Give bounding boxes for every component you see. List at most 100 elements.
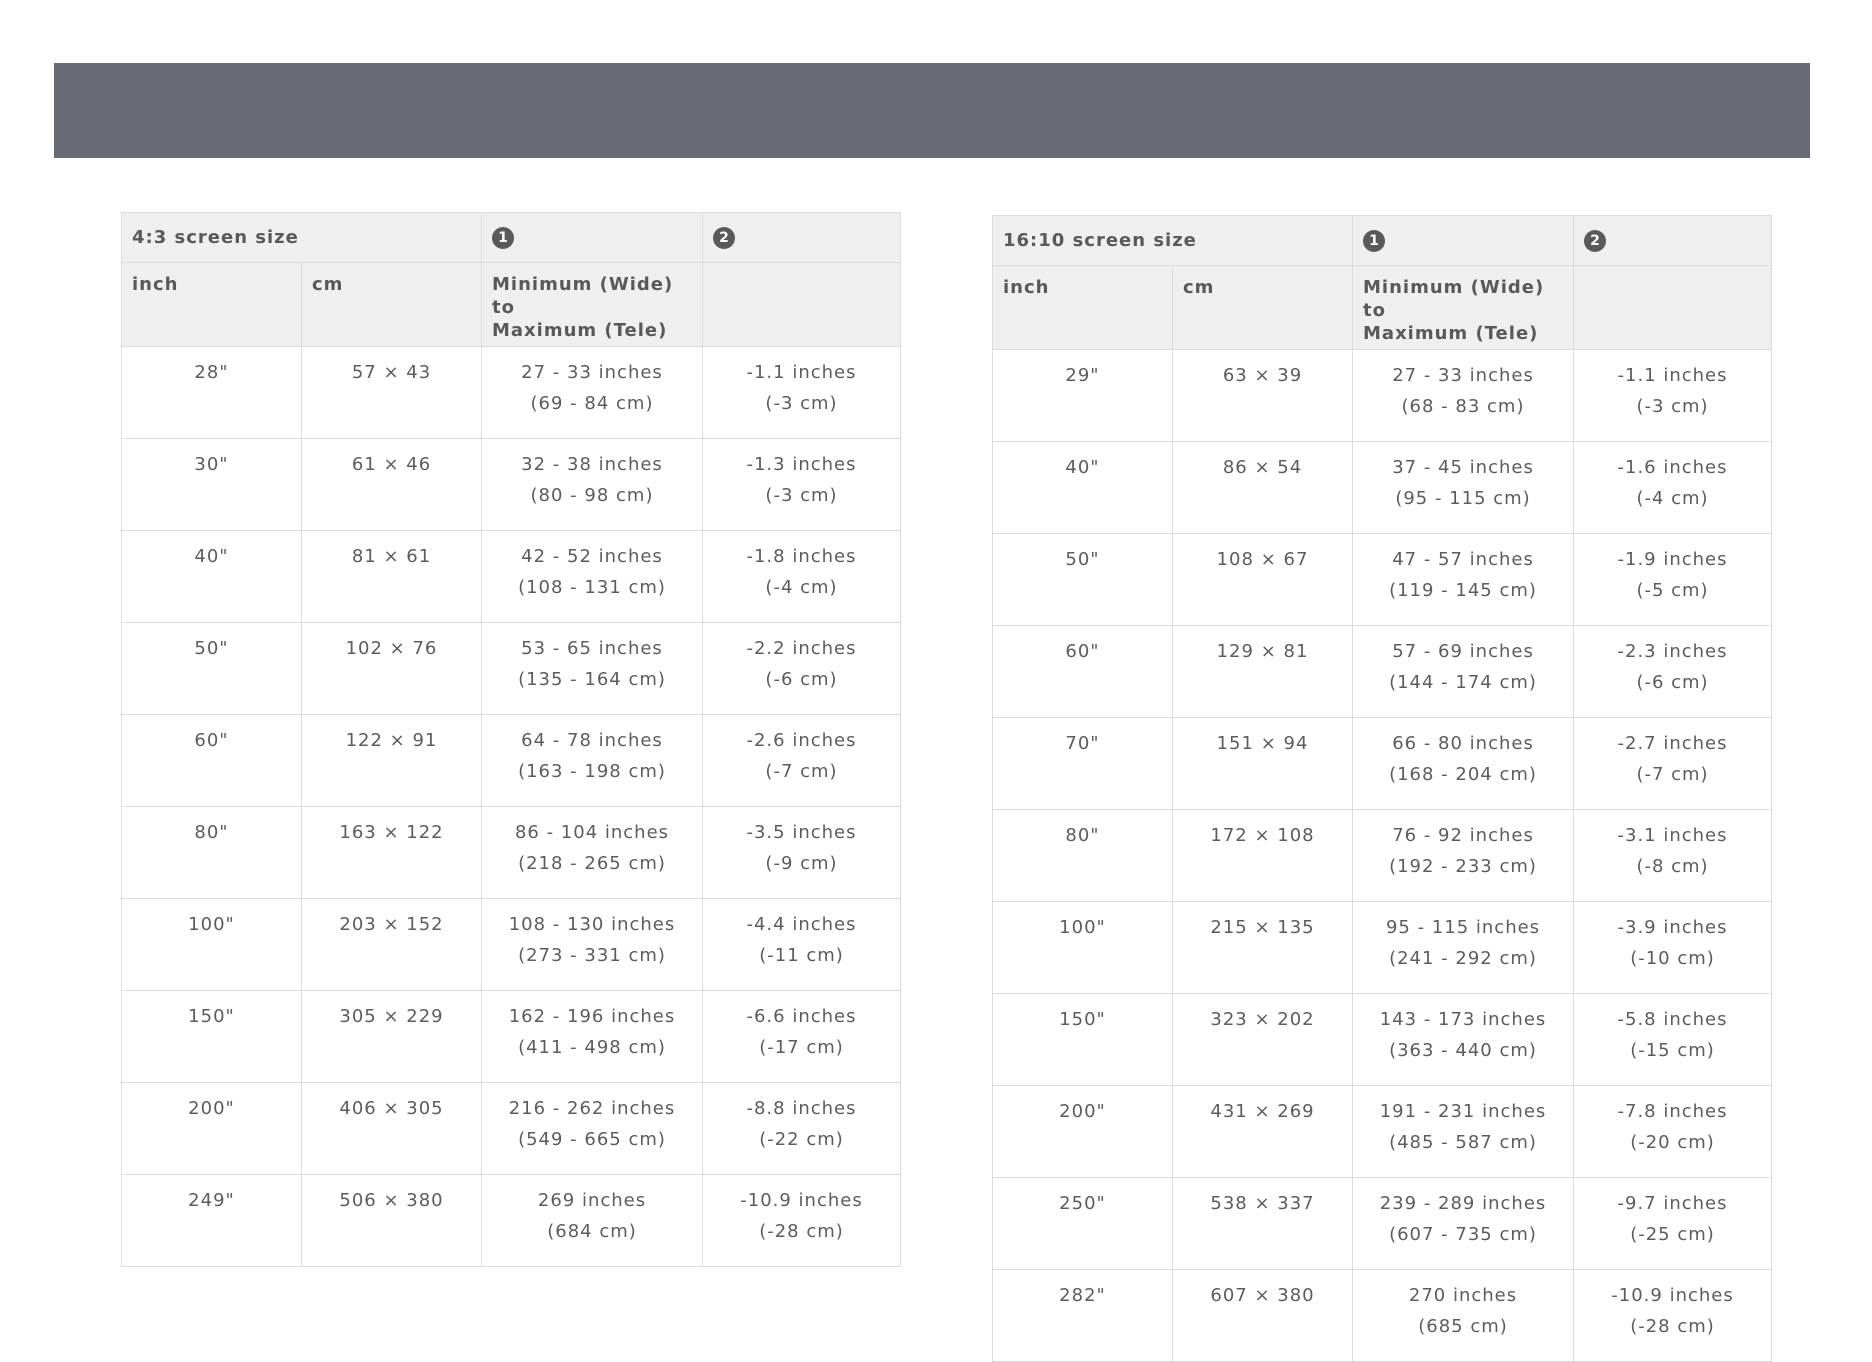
cell-offset: -4.4 inches (-11 cm) <box>702 898 901 991</box>
cell-range: 53 - 65 inches (135 - 164 cm) <box>481 622 703 715</box>
distance-range-inches: 270 inches <box>1408 1285 1518 1306</box>
cell-cm: 172 × 108 <box>1171 809 1354 902</box>
cell-offset: -6.6 inches (-17 cm) <box>702 990 901 1083</box>
cell-range: 86 - 104 inches (218 - 265 cm) <box>481 806 703 899</box>
cell-cm: 215 × 135 <box>1171 901 1354 994</box>
screen-size-inch: 200" <box>188 1098 235 1119</box>
distance-range-inches: 53 - 65 inches <box>521 638 663 659</box>
cell-offset: -3.1 inches (-8 cm) <box>1573 809 1773 902</box>
cell-offset: -2.2 inches (-6 cm) <box>702 622 901 715</box>
screen-size-cm: 172 × 108 <box>1210 825 1315 846</box>
table-title-row: 16:10 screen size 1 2 <box>991 215 1773 266</box>
screen-size-inch: 28" <box>194 362 229 383</box>
screen-size-inch: 40" <box>1065 457 1100 478</box>
cell-cm: 57 × 43 <box>301 346 482 439</box>
distance-range-inches: 95 - 115 inches <box>1385 917 1541 938</box>
screen-size-cm: 163 × 122 <box>339 822 444 843</box>
table-row: 60" 129 × 81 57 - 69 inches (144 - 174 cm) -… <box>992 625 1773 718</box>
column-header-row: inch cm Minimum (Wide) to Maximum (Tele) <box>121 262 901 347</box>
cell-offset: -1.8 inches (-4 cm) <box>702 530 901 623</box>
number-two-icon: 2 <box>713 226 735 249</box>
screen-size-cm: 431 × 269 <box>1210 1101 1315 1122</box>
screen-size-cm: 108 × 67 <box>1216 549 1309 570</box>
cell-range: 162 - 196 inches (411 - 498 cm) <box>481 990 703 1083</box>
number-two-icon: 2 <box>1584 229 1607 252</box>
offset-inches: -1.3 inches <box>746 454 857 475</box>
table-row: 100" 203 × 152 108 - 130 inches (273 - 331 … <box>121 898 901 991</box>
distance-range-cm: (685 cm) <box>1418 1316 1508 1337</box>
cell-cm: 305 × 229 <box>301 990 482 1083</box>
table-row: 200" 406 × 305 216 - 262 inches (549 - 665 … <box>121 1082 901 1175</box>
cell-range: 269 inches (684 cm) <box>481 1174 703 1267</box>
table-row: 30" 61 × 46 32 - 38 inches (80 - 98 cm) -1.3… <box>121 438 901 531</box>
offset-inches: -3.5 inches <box>746 822 857 843</box>
column-1-marker: 1 <box>1352 215 1575 266</box>
distance-range-cm: (69 - 84 cm) <box>530 393 654 414</box>
cell-offset: -7.8 inches (-20 cm) <box>1573 1085 1773 1178</box>
distance-range-inches: 37 - 45 inches <box>1392 457 1534 478</box>
cell-offset: -10.9 inches (-28 cm) <box>1573 1269 1773 1362</box>
cell-range: 47 - 57 inches (119 - 145 cm) <box>1352 533 1575 626</box>
offset-inches: -7.8 inches <box>1617 1101 1728 1122</box>
distance-range-inches: 269 inches <box>537 1190 647 1211</box>
cell-cm: 203 × 152 <box>301 898 482 991</box>
cell-inch: 28" <box>121 346 302 439</box>
column-2-marker: 2 <box>702 212 901 263</box>
screen-size-inch: 80" <box>1065 825 1100 846</box>
offset-cm: (-7 cm) <box>765 761 838 782</box>
cell-offset: -3.5 inches (-9 cm) <box>702 806 901 899</box>
column-header-range-line2: Maximum (Tele) <box>492 320 668 341</box>
cell-inch: 150" <box>121 990 302 1083</box>
table-row: 100" 215 × 135 95 - 115 inches (241 - 292 c… <box>992 901 1773 994</box>
cell-inch: 40" <box>121 530 302 623</box>
distance-range-cm: (607 - 735 cm) <box>1389 1224 1537 1245</box>
screen-size-cm: 305 × 229 <box>339 1006 444 1027</box>
cell-range: 270 inches (685 cm) <box>1352 1269 1575 1362</box>
cell-range: 42 - 52 inches (108 - 131 cm) <box>481 530 703 623</box>
cell-inch: 29" <box>992 349 1173 442</box>
cell-offset: -8.8 inches (-22 cm) <box>702 1082 901 1175</box>
offset-cm: (-3 cm) <box>765 393 838 414</box>
table-row: 282" 607 × 380 270 inches (685 cm) -10.9 inc… <box>992 1269 1773 1362</box>
offset-cm: (-6 cm) <box>1636 672 1709 693</box>
offset-cm: (-4 cm) <box>1636 488 1709 509</box>
cell-range: 95 - 115 inches (241 - 292 cm) <box>1352 901 1575 994</box>
distance-range-inches: 32 - 38 inches <box>521 454 663 475</box>
distance-range-inches: 76 - 92 inches <box>1392 825 1534 846</box>
table-row: 70" 151 × 94 66 - 80 inches (168 - 204 cm) -… <box>992 717 1773 810</box>
cell-cm: 63 × 39 <box>1171 349 1354 442</box>
table-row: 50" 108 × 67 47 - 57 inches (119 - 145 cm) -… <box>992 533 1773 626</box>
cell-inch: 80" <box>121 806 302 899</box>
screen-size-cm: 81 × 61 <box>351 546 432 567</box>
screen-size-cm: 406 × 305 <box>339 1098 444 1119</box>
offset-cm: (-3 cm) <box>765 485 838 506</box>
column-header-row: inch cm Minimum (Wide) to Maximum (Tele) <box>992 265 1773 350</box>
cell-range: 76 - 92 inches (192 - 233 cm) <box>1352 809 1575 902</box>
cell-range: 239 - 289 inches (607 - 735 cm) <box>1352 1177 1575 1270</box>
distance-range-cm: (411 - 498 cm) <box>518 1037 666 1058</box>
distance-range-cm: (119 - 145 cm) <box>1389 580 1537 601</box>
distance-range-inches: 47 - 57 inches <box>1392 549 1534 570</box>
table-row: 250" 538 × 337 239 - 289 inches (607 - 735 … <box>992 1177 1773 1270</box>
offset-inches: -1.1 inches <box>746 362 857 383</box>
column-header-range-line1: Minimum (Wide) to <box>492 274 674 318</box>
cell-cm: 129 × 81 <box>1171 625 1354 718</box>
cell-range: 108 - 130 inches (273 - 331 cm) <box>481 898 703 991</box>
offset-inches: -4.4 inches <box>746 914 857 935</box>
table-row: 80" 172 × 108 76 - 92 inches (192 - 233 cm)… <box>992 809 1773 902</box>
distance-range-inches: 42 - 52 inches <box>521 546 663 567</box>
column-header-cm: cm <box>1171 265 1354 350</box>
screen-size-inch: 50" <box>1065 549 1100 570</box>
distance-range-cm: (549 - 665 cm) <box>518 1129 666 1150</box>
distance-range-inches: 108 - 130 inches <box>508 914 676 935</box>
screen-size-cm: 102 × 76 <box>345 638 438 659</box>
column-header-range: Minimum (Wide) to Maximum (Tele) <box>1352 265 1575 350</box>
cell-offset: -2.3 inches (-6 cm) <box>1573 625 1773 718</box>
cell-inch: 282" <box>992 1269 1173 1362</box>
screen-size-inch: 29" <box>1065 365 1100 386</box>
offset-cm: (-3 cm) <box>1636 396 1709 417</box>
table-row: 40" 81 × 61 42 - 52 inches (108 - 131 cm) -1… <box>121 530 901 623</box>
cell-offset: -9.7 inches (-25 cm) <box>1573 1177 1773 1270</box>
screen-size-cm: 122 × 91 <box>345 730 438 751</box>
distance-range-cm: (168 - 204 cm) <box>1389 764 1537 785</box>
